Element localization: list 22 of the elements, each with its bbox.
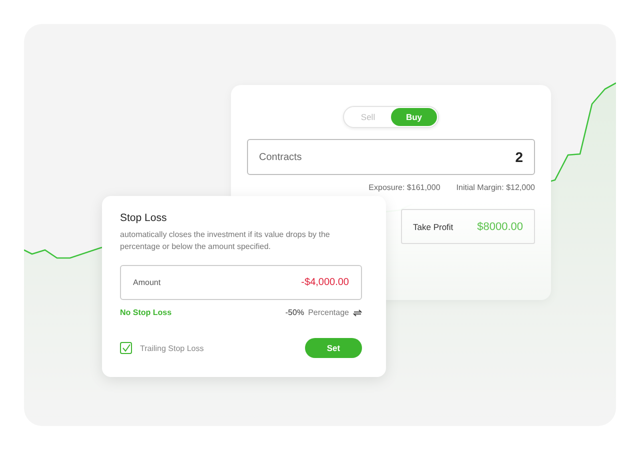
sell-tab[interactable]: Sell [345, 108, 391, 126]
take-profit-field[interactable]: Take Profit $8000.00 [401, 209, 535, 244]
field-value: -$4,000.00 [301, 277, 349, 288]
field-value: $8000.00 [477, 220, 523, 232]
field-label: Contracts [259, 152, 302, 162]
percentage-value: -50% [285, 308, 304, 317]
initial-margin-text: Initial Margin: $12,000 [456, 183, 535, 192]
amount-field[interactable]: Amount -$4,000.00 [120, 265, 362, 300]
exposure-text: Exposure: $161,000 [368, 183, 440, 192]
checkbox-label: Trailing Stop Loss [140, 344, 204, 352]
contracts-field[interactable]: Contracts 2 [247, 139, 535, 175]
buy-tab[interactable]: Buy [391, 108, 437, 126]
checkbox[interactable] [120, 342, 132, 354]
dialog-description: automatically closes the investment if its value drops by the percentage or below the amount specified. [120, 229, 331, 253]
no-stop-loss-link[interactable]: No Stop Loss [120, 308, 172, 317]
set-button[interactable]: Set [305, 338, 362, 358]
field-value: 2 [515, 149, 523, 165]
percentage-label: Percentage [308, 308, 349, 317]
field-label: Take Profit [413, 222, 454, 232]
field-label: Amount [133, 278, 161, 287]
swap-icon[interactable] [353, 308, 362, 316]
dialog-title: Stop Loss [120, 212, 168, 224]
